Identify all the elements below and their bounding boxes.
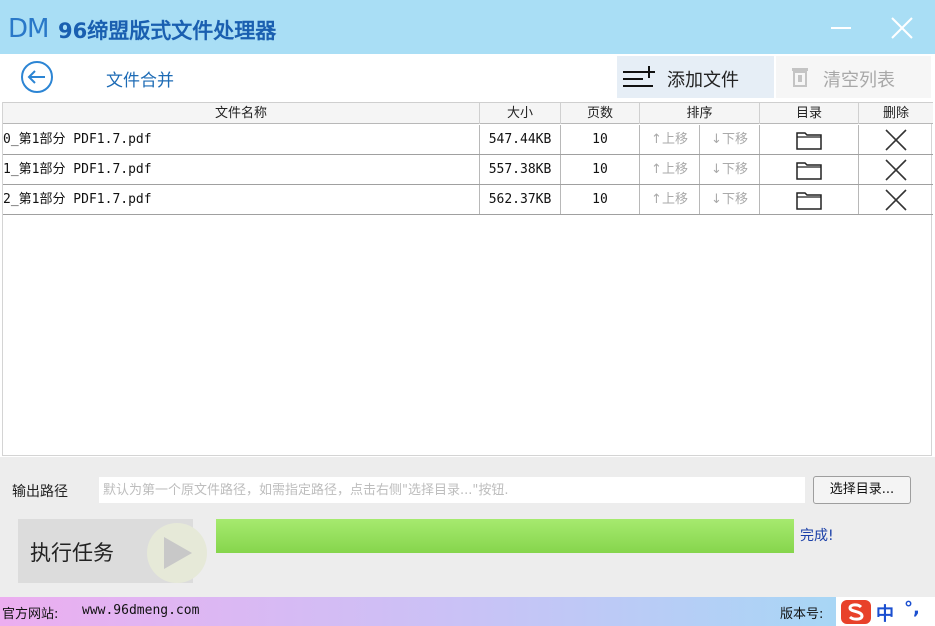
delete-button[interactable] [859, 155, 933, 184]
status-bar: 官方网站: www.96dmeng.com 版本号: 中 °, [0, 597, 935, 626]
bottom-panel: 输出路径 选择目录... 执行任务 完成! [0, 457, 935, 597]
table-row: 2_第1部分 PDF1.7.pdf 562.37KB 10 ↑上移 ↓下移 [3, 185, 933, 215]
progress-bar [216, 519, 794, 553]
header-size: 大小 [480, 103, 561, 124]
move-down-button[interactable]: ↓下移 [700, 125, 760, 154]
run-task-button[interactable]: 执行任务 [18, 519, 207, 583]
add-list-icon [623, 66, 655, 87]
header-pages: 页数 [561, 103, 640, 124]
output-path-label: 输出路径 [12, 484, 68, 500]
delete-x-icon [885, 188, 907, 211]
progress-fill [216, 519, 794, 553]
table-row: 1_第1部分 PDF1.7.pdf 557.38KB 10 ↑上移 ↓下移 [3, 155, 933, 185]
file-size: 547.44KB [480, 125, 561, 154]
ime-punct: °, [904, 598, 920, 619]
header-folder: 目录 [760, 103, 859, 124]
version-label: 版本号: [780, 607, 824, 622]
delete-button[interactable] [859, 185, 933, 214]
folder-icon [796, 161, 822, 180]
sogou-ime-icon [841, 600, 871, 624]
file-size: 562.37KB [480, 185, 561, 214]
move-down-button[interactable]: ↓下移 [700, 155, 760, 184]
delete-button[interactable] [859, 125, 933, 154]
add-file-button[interactable]: 添加文件 [617, 56, 774, 98]
header-name: 文件名称 [3, 103, 480, 124]
website-label: 官方网站: [2, 607, 59, 622]
minimize-icon [831, 27, 851, 29]
table-row: 0_第1部分 PDF1.7.pdf 547.44KB 10 ↑上移 ↓下移 [3, 125, 933, 155]
ime-lang: 中 [876, 604, 894, 625]
app-title: 96缔盟版式文件处理器 [58, 19, 277, 43]
header-sort: 排序 [640, 103, 760, 124]
file-pages: 10 [561, 185, 640, 214]
play-icon [147, 523, 207, 583]
file-name: 0_第1部分 PDF1.7.pdf [3, 125, 480, 154]
delete-x-icon [885, 158, 907, 181]
back-button[interactable] [20, 60, 54, 94]
table-header: 文件名称 大小 页数 排序 目录 删除 [3, 102, 933, 124]
file-table: 文件名称 大小 页数 排序 目录 删除 0_第1部分 PDF1.7.pdf 54… [2, 102, 933, 456]
add-file-label: 添加文件 [667, 70, 739, 91]
move-down-button[interactable]: ↓下移 [700, 185, 760, 214]
page-title: 文件合并 [106, 71, 174, 91]
output-path-input[interactable] [99, 477, 805, 503]
clear-list-button[interactable]: 清空列表 [776, 56, 931, 98]
header-delete: 删除 [882, 106, 909, 121]
folder-icon [796, 191, 822, 210]
move-up-button[interactable]: ↑上移 [640, 125, 700, 154]
file-size: 557.38KB [480, 155, 561, 184]
close-icon [891, 17, 913, 39]
back-arrow-icon [21, 61, 53, 93]
clear-list-label: 清空列表 [823, 70, 895, 91]
open-folder-button[interactable] [760, 125, 859, 154]
file-pages: 10 [561, 155, 640, 184]
move-up-button[interactable]: ↑上移 [640, 155, 700, 184]
file-name: 1_第1部分 PDF1.7.pdf [3, 155, 480, 184]
toolbar: 文件合并 添加文件 清空列表 [0, 54, 935, 101]
open-folder-button[interactable] [760, 155, 859, 184]
close-button[interactable] [872, 0, 932, 54]
minimize-button[interactable] [812, 0, 872, 54]
move-up-button[interactable]: ↑上移 [640, 185, 700, 214]
trash-icon [792, 68, 808, 87]
website-link[interactable]: www.96dmeng.com [82, 603, 199, 618]
file-pages: 10 [561, 125, 640, 154]
ime-toolbar[interactable]: 中 °, [836, 597, 935, 626]
title-bar: DM 96缔盟版式文件处理器 [0, 0, 935, 54]
delete-x-icon [885, 128, 907, 151]
file-name: 2_第1部分 PDF1.7.pdf [3, 185, 480, 214]
status-text: 完成! [800, 528, 834, 544]
folder-icon [796, 131, 822, 150]
select-folder-button[interactable]: 选择目录... [813, 476, 911, 504]
app-logo: DM [8, 14, 49, 44]
open-folder-button[interactable] [760, 185, 859, 214]
run-task-label: 执行任务 [30, 541, 114, 565]
